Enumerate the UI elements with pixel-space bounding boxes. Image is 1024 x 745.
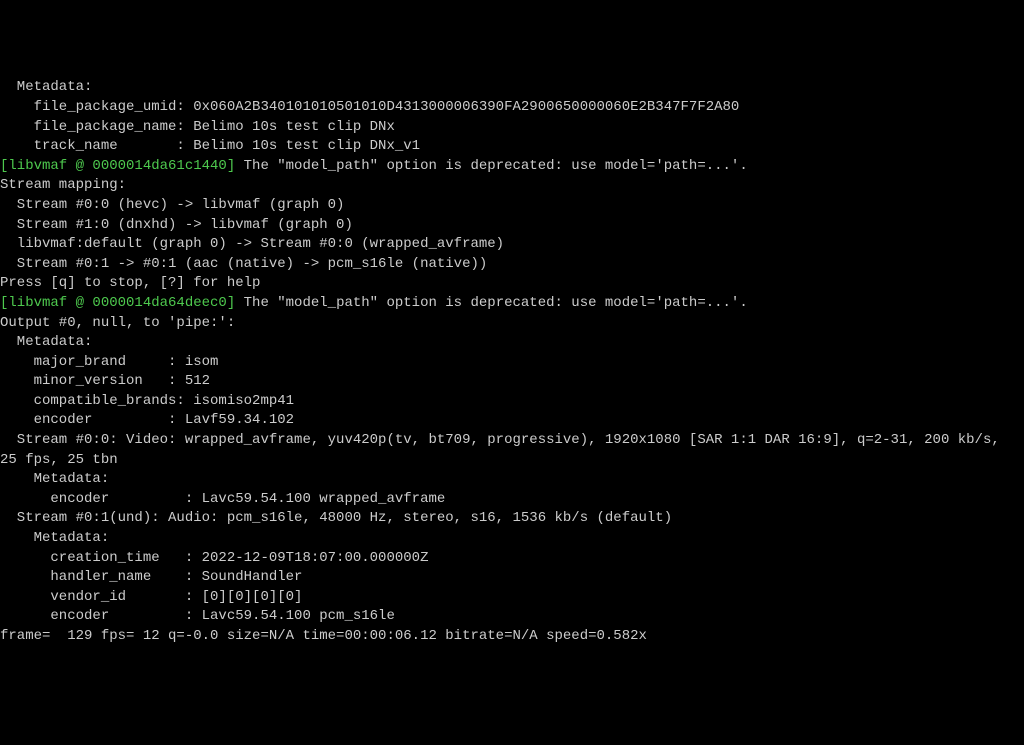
stream-map-0-0: Stream #0:0 (hevc) -> libvmaf (graph 0) <box>0 197 344 213</box>
stream-0-0-encoder: encoder : Lavc59.54.100 wrapped_avframe <box>0 491 445 507</box>
track-name: track_name : Belimo 10s test clip DNx_v1 <box>0 138 420 154</box>
libvmaf-message-1: The "model_path" option is deprecated: u… <box>235 158 747 174</box>
stream-map-1-0: Stream #1:0 (dnxhd) -> libvmaf (graph 0) <box>0 217 353 233</box>
stream-mapping-header: Stream mapping: <box>0 177 126 193</box>
stream-0-0-metadata-header: Metadata: <box>0 471 109 487</box>
libvmaf-tag-1: [libvmaf @ 0000014da61c1440] <box>0 158 235 174</box>
libvmaf-default: libvmaf:default (graph 0) -> Stream #0:0… <box>0 236 504 252</box>
metadata-header: Metadata: <box>0 79 92 95</box>
libvmaf-tag-2: [libvmaf @ 0000014da64deec0] <box>0 295 235 311</box>
stream-0-0-fps: 25 fps, 25 tbn <box>0 452 118 468</box>
minor-version: minor_version : 512 <box>0 373 210 389</box>
compatible-brands: compatible_brands: isomiso2mp41 <box>0 393 294 409</box>
audio-encoder: encoder : Lavc59.54.100 pcm_s16le <box>0 608 395 624</box>
vendor-id: vendor_id : [0][0][0][0] <box>0 589 302 605</box>
stream-0-1-audio: Stream #0:1(und): Audio: pcm_s16le, 4800… <box>0 510 672 526</box>
encoder: encoder : Lavf59.34.102 <box>0 412 294 428</box>
handler-name: handler_name : SoundHandler <box>0 569 302 585</box>
output-header: Output #0, null, to 'pipe:': <box>0 315 235 331</box>
output-metadata-header: Metadata: <box>0 334 92 350</box>
progress-line: frame= 129 fps= 12 q=-0.0 size=N/A time=… <box>0 628 647 644</box>
major-brand: major_brand : isom <box>0 354 218 370</box>
file-package-umid: file_package_umid: 0x060A2B3401010105010… <box>0 99 739 115</box>
libvmaf-message-2: The "model_path" option is deprecated: u… <box>235 295 747 311</box>
file-package-name: file_package_name: Belimo 10s test clip … <box>0 119 395 135</box>
stream-0-1-metadata-header: Metadata: <box>0 530 109 546</box>
stream-map-audio: Stream #0:1 -> #0:1 (aac (native) -> pcm… <box>0 256 487 272</box>
stream-0-0-video: Stream #0:0: Video: wrapped_avframe, yuv… <box>0 432 1000 448</box>
creation-time: creation_time : 2022-12-09T18:07:00.0000… <box>0 550 428 566</box>
press-q-help: Press [q] to stop, [?] for help <box>0 275 260 291</box>
terminal-output: Metadata: file_package_umid: 0x060A2B340… <box>0 78 1024 646</box>
